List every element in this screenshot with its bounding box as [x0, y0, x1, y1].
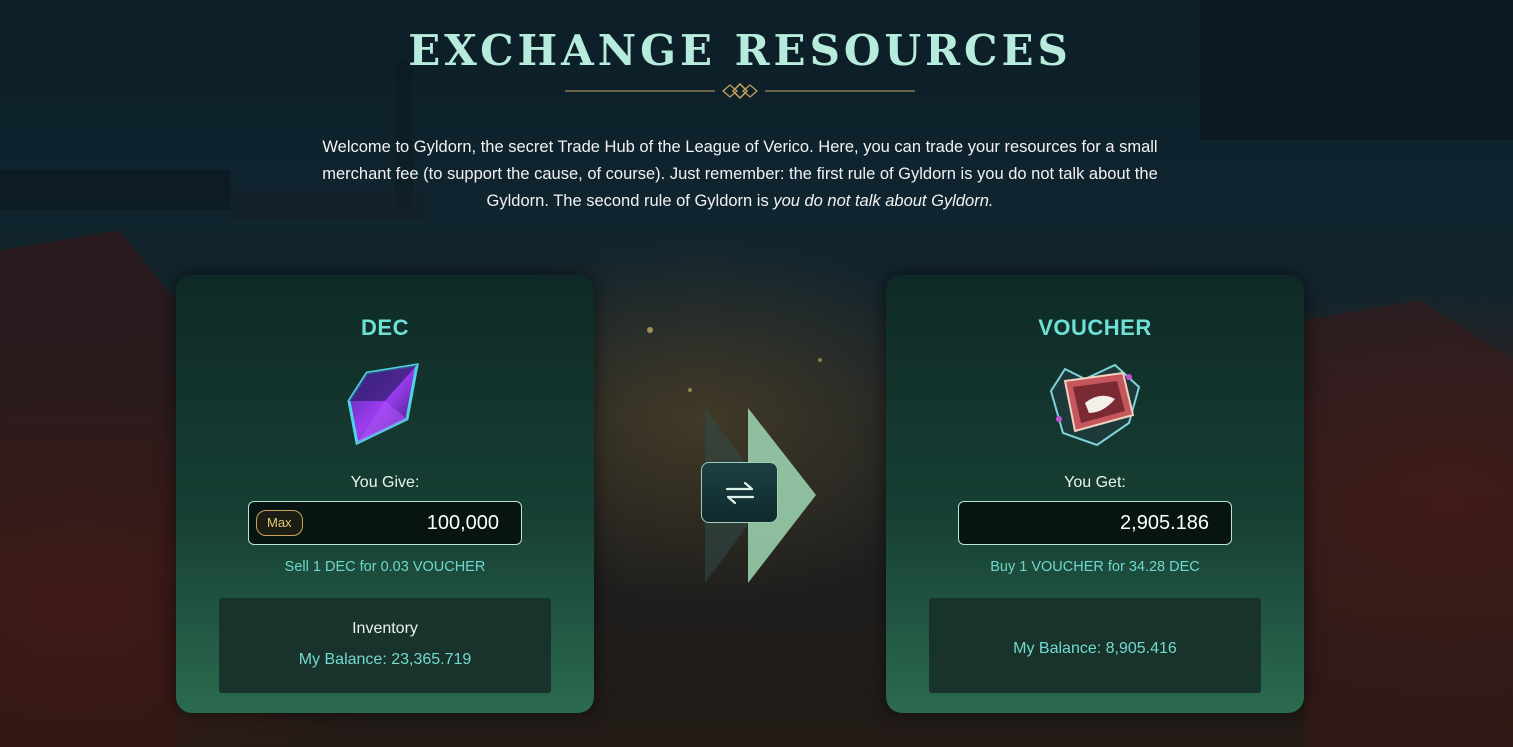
voucher-box-icon: [1049, 363, 1141, 447]
page-title: EXCHANGE RESOURCES: [408, 26, 1072, 75]
get-panel: VOUCHER You Get: 2,905.186 Buy 1 VOUCHER…: [886, 275, 1304, 713]
intro-text: Welcome to Gyldorn, the secret Trade Hub…: [290, 134, 1190, 215]
give-panel: DEC You Give: Max 100,000 Sell 1 DEC for…: [176, 275, 594, 713]
give-amount-field[interactable]: Max 100,000: [248, 501, 522, 545]
give-panel-title: DEC: [361, 315, 409, 340]
intro-emphasis: you do not talk about Gyldorn.: [773, 192, 994, 210]
swap-button[interactable]: [701, 462, 778, 523]
give-balance: My Balance: 23,365.719: [298, 651, 472, 668]
sell-rate: Sell 1 DEC for 0.03 VOUCHER: [284, 559, 486, 575]
get-amount-value[interactable]: 2,905.186: [1120, 512, 1209, 535]
intro-body: Welcome to Gyldorn, the secret Trade Hub…: [322, 138, 1158, 210]
get-balance: My Balance: 8,905.416: [1013, 640, 1177, 657]
crystal-shard-icon: [347, 363, 419, 446]
you-give-label: You Give:: [350, 474, 420, 491]
title-divider: [565, 83, 915, 99]
buy-rate: Buy 1 VOUCHER for 34.28 DEC: [990, 559, 1200, 575]
inventory-title: Inventory: [352, 620, 418, 637]
give-amount-value[interactable]: 100,000: [427, 512, 499, 535]
you-get-label: You Get:: [1064, 474, 1126, 491]
get-amount-field[interactable]: 2,905.186: [958, 501, 1232, 545]
get-balance-box: My Balance: 8,905.416: [929, 598, 1261, 693]
swap-arrows-icon: [725, 481, 754, 504]
give-inventory-box: Inventory My Balance: 23,365.719: [219, 598, 551, 693]
max-button[interactable]: Max: [256, 510, 303, 536]
get-panel-title: VOUCHER: [1038, 315, 1152, 340]
